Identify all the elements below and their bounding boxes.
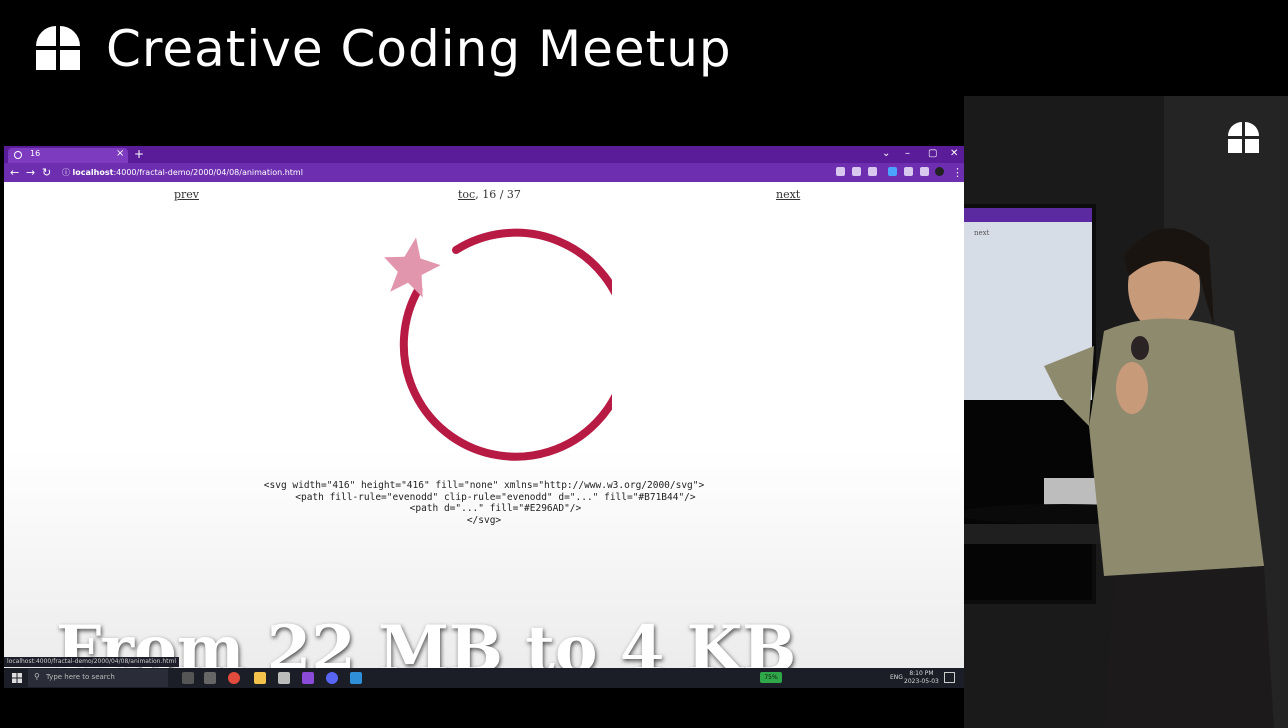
windows-start-icon[interactable] [12, 673, 22, 683]
back-icon[interactable]: ← [10, 166, 19, 179]
system-clock[interactable]: 8:10 PM 2023-05-03 [904, 670, 939, 686]
slide-counter: toc, 16 / 37 [458, 188, 521, 201]
search-icon: ⚲ [34, 672, 40, 681]
zoom-icon[interactable] [836, 167, 845, 176]
file-explorer-icon[interactable] [254, 672, 266, 684]
close-tab-icon[interactable]: × [116, 148, 124, 159]
url-path: :4000/fractal-demo/2000/04/08/animation.… [113, 168, 303, 177]
address-bar: ← → ↻ ⓘ localhost:4000/fractal-demo/2000… [4, 163, 964, 182]
new-tab-button[interactable]: + [134, 147, 144, 161]
meetup-title: Creative Coding Meetup [106, 20, 732, 78]
prev-link[interactable]: prev [174, 188, 199, 201]
code-line: <svg width="416" height="416" fill="none… [263, 480, 705, 491]
url-host: localhost [72, 168, 114, 177]
onenote-icon[interactable] [302, 672, 314, 684]
notifications-icon[interactable] [944, 672, 955, 683]
profile-avatar[interactable] [935, 167, 944, 176]
taskbar-search[interactable]: ⚲ Type here to search [28, 669, 168, 687]
globe-icon [14, 151, 22, 159]
status-bar-url: localhost:4000/fractal-demo/2000/04/08/a… [4, 657, 180, 667]
task-view-icon[interactable] [182, 672, 194, 684]
code-line: <path fill-rule="evenodd" clip-rule="eve… [272, 491, 696, 503]
battery-indicator[interactable]: 75% [760, 672, 782, 683]
search-placeholder: Type here to search [46, 673, 115, 681]
pinned-app-icon[interactable] [350, 672, 362, 684]
close-window-button[interactable]: ✕ [950, 147, 958, 161]
code-line: </svg> [466, 514, 502, 526]
slide-page: prev toc, 16 / 37 next <svg width="416" … [4, 182, 964, 687]
tab-title: 16 [30, 149, 41, 158]
maximize-button[interactable]: ▢ [928, 147, 937, 161]
star-shape [384, 237, 441, 298]
minimize-button[interactable]: – [905, 147, 910, 161]
next-link[interactable]: next [776, 188, 800, 201]
reload-icon[interactable]: ↻ [42, 166, 51, 179]
monitor-next-label: next [974, 229, 990, 237]
meetup-logo-icon [36, 26, 80, 70]
sidebar-icon[interactable] [920, 167, 929, 176]
speaker-video: next [964, 96, 1288, 728]
screen-share: 16 × + ⌄ – ▢ ✕ ← → ↻ ⓘ localhost:4000/fr… [4, 146, 964, 688]
discord-icon[interactable] [326, 672, 338, 684]
toc-link[interactable]: toc [458, 188, 475, 201]
extension-icon[interactable] [888, 167, 897, 176]
slide-number: , 16 / 37 [475, 188, 521, 201]
text-editor-icon[interactable] [278, 672, 290, 684]
share-icon[interactable] [852, 167, 861, 176]
url-field[interactable]: ⓘ localhost:4000/fractal-demo/2000/04/08… [62, 165, 822, 180]
speaker-camera-feed: next [964, 96, 1288, 728]
language-indicator[interactable]: ENG [890, 674, 903, 681]
windows-taskbar: ⚲ Type here to search 75% ENG 8:10 PM 202… [4, 668, 964, 688]
tab-search-icon[interactable]: ⌄ [882, 147, 890, 161]
extensions-puzzle-icon[interactable] [904, 167, 913, 176]
svg-code-snippet: <svg width="416" height="416" fill="none… [184, 480, 784, 526]
code-line: <path d="..." fill="#E296AD"/> [386, 503, 582, 514]
terminal-icon[interactable] [204, 672, 216, 684]
browser-tab-bar: 16 × + ⌄ – ▢ ✕ [4, 146, 964, 163]
animated-ring-star-graphic [384, 228, 612, 461]
menu-icon[interactable]: ⋮ [952, 166, 963, 179]
browser-tab[interactable]: 16 × [8, 148, 128, 163]
chrome-icon[interactable] [228, 672, 240, 684]
clock-time: 8:10 PM [909, 670, 934, 677]
forward-icon[interactable]: → [26, 166, 35, 179]
bookmark-star-icon[interactable] [868, 167, 877, 176]
clock-date: 2023-05-03 [904, 678, 939, 685]
